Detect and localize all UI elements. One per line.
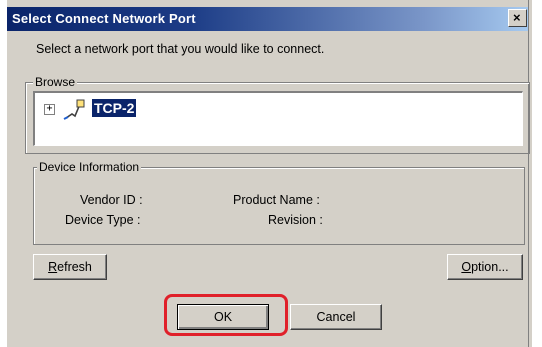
product-name-label: Product Name : — [233, 193, 320, 207]
cancel-button[interactable]: Cancel — [290, 304, 382, 330]
right-border — [528, 0, 532, 347]
revision-label: Revision : — [268, 213, 323, 227]
title-bar[interactable]: Select Connect Network Port × — [7, 7, 528, 31]
vendor-id-label: Vendor ID : — [80, 193, 143, 207]
device-information-label: Device Information — [37, 160, 142, 174]
cancel-label: Cancel — [316, 310, 356, 324]
close-button[interactable]: × — [508, 9, 527, 27]
ok-highlight-annotation — [164, 294, 288, 336]
option-label: ption... — [471, 260, 509, 274]
tree-item-tcp-2[interactable]: TCP-2 — [92, 99, 137, 117]
expand-icon[interactable]: + — [44, 104, 55, 115]
refresh-button[interactable]: Refresh — [33, 254, 107, 280]
instruction-text: Select a network port that you would lik… — [36, 42, 325, 56]
port-tree-view[interactable]: + TCP-2 — [33, 91, 523, 146]
refresh-label: efresh — [57, 260, 92, 274]
select-connect-network-port-dialog: Select Connect Network Port × Select a n… — [0, 0, 532, 347]
device-type-label: Device Type : — [65, 213, 141, 227]
close-icon: × — [513, 10, 521, 25]
left-border — [0, 0, 7, 347]
refresh-mnemonic: R — [48, 260, 58, 274]
browse-group-label: Browse — [33, 75, 78, 89]
network-port-icon — [63, 99, 85, 120]
option-button[interactable]: Option... — [447, 254, 523, 280]
option-mnemonic: O — [461, 260, 472, 274]
window-title: Select Connect Network Port — [12, 11, 196, 26]
